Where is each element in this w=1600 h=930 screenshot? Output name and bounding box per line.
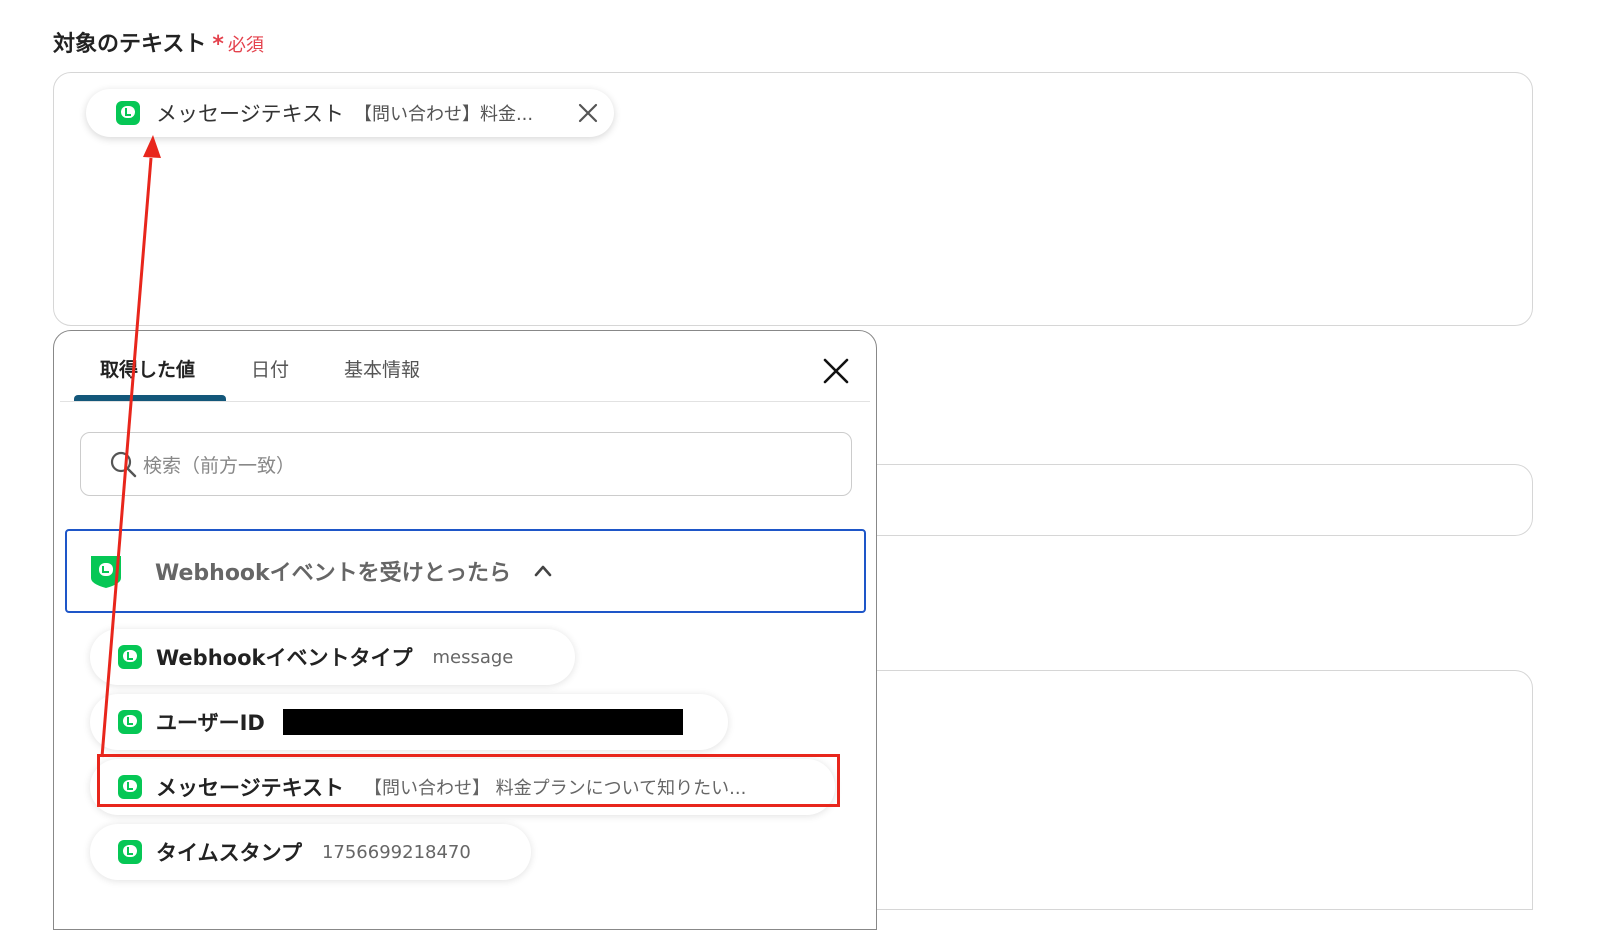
required-text: 必須 <box>227 35 264 56</box>
line-app-icon <box>118 840 142 864</box>
search-placeholder: 検索（前方一致） <box>143 454 296 477</box>
chevron-up-icon[interactable] <box>533 561 553 581</box>
item-value: message <box>432 646 514 668</box>
field-label-text: 対象のテキスト <box>53 32 207 57</box>
redacted-value <box>282 709 683 735</box>
group-title: Webhookイベントを受けとったら <box>155 561 512 586</box>
annotation-highlight-box <box>97 754 840 807</box>
token-name: メッセージテキスト <box>156 102 344 126</box>
required-mark: * <box>212 32 224 57</box>
item-name: タイムスタンプ <box>156 841 302 865</box>
tab-divider <box>60 401 870 402</box>
list-item[interactable]: タイムスタンプ 1756699218470 <box>90 824 531 880</box>
field-label: 対象のテキスト * 必須 <box>53 26 264 58</box>
close-icon[interactable] <box>822 357 850 385</box>
line-app-icon <box>116 101 140 125</box>
search-icon <box>110 451 137 478</box>
selected-token-chip[interactable]: メッセージテキスト 【問い合わせ】料金... <box>86 89 614 137</box>
tab-date[interactable]: 日付 <box>251 355 289 382</box>
item-name: Webhookイベントタイプ <box>156 646 413 670</box>
group-webhook-event[interactable]: Webhookイベントを受けとったら <box>65 529 866 613</box>
line-app-icon <box>118 645 142 669</box>
line-app-icon <box>91 556 121 588</box>
item-value: 1756699218470 <box>321 841 471 863</box>
list-item[interactable]: Webhookイベントタイプ message <box>90 629 575 685</box>
background-field[interactable] <box>870 670 1533 910</box>
search-input[interactable]: 検索（前方一致） <box>80 432 852 496</box>
close-icon[interactable] <box>576 101 600 125</box>
background-field[interactable] <box>870 464 1533 536</box>
item-name: ユーザーID <box>156 711 265 735</box>
token-preview: 【問い合わせ】料金... <box>353 104 534 125</box>
list-item[interactable]: ユーザーID <box>90 694 728 750</box>
tab-basic-info[interactable]: 基本情報 <box>344 355 420 382</box>
tab-obtained-values[interactable]: 取得した値 <box>100 355 195 382</box>
line-app-icon <box>118 710 142 734</box>
